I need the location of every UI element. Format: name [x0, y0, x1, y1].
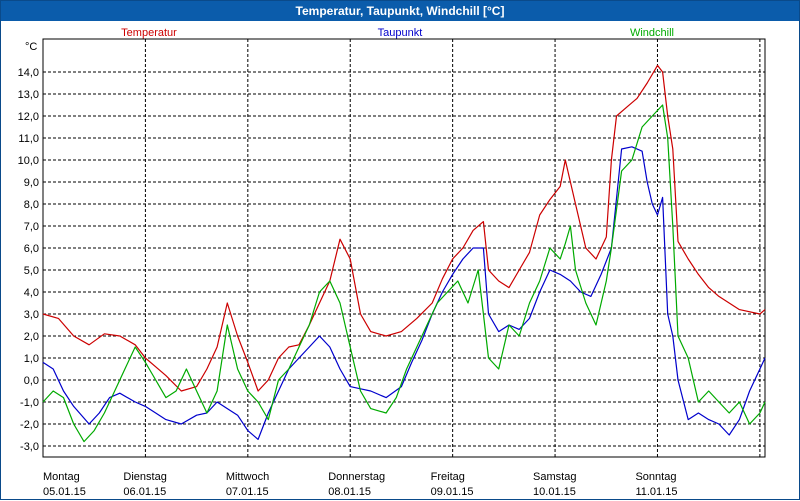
- y-tick-label: -1,0: [20, 397, 39, 409]
- y-tick-label: 8,0: [24, 199, 39, 211]
- y-tick-label: 12,0: [18, 111, 39, 123]
- x-tick-date: 11.01.15: [635, 486, 677, 498]
- x-tick-day: Freitag: [431, 471, 465, 483]
- x-tick-date: 08.01.15: [328, 486, 371, 498]
- x-tick-day: Mittwoch: [226, 471, 269, 483]
- y-tick-label: 4,0: [24, 287, 39, 299]
- y-tick-label: 14,0: [18, 67, 39, 79]
- y-axis-unit-label: °C: [25, 41, 37, 53]
- y-tick-label: 7,0: [24, 221, 39, 233]
- y-tick-label: 9,0: [24, 177, 39, 189]
- y-tick-label: 10,0: [18, 155, 39, 167]
- x-tick-day: Dienstag: [123, 471, 166, 483]
- y-tick-label: 2,0: [24, 331, 39, 343]
- legend-windchill: Windchill: [630, 27, 674, 39]
- series-line-taupunkt: [42, 146, 766, 440]
- y-tick-label: -3,0: [20, 441, 39, 453]
- series-line-windchill: [42, 104, 766, 443]
- y-tick-label: 0,0: [24, 375, 39, 387]
- x-tick-date: 05.01.15: [43, 486, 86, 498]
- y-axis-ticks: -3,0 -2,0 -1,0 0,0 1,0 2,0 3,0 4,0 5,0 6,0 7,0 8,0 9…: [18, 67, 39, 453]
- legend-temperatur: Temperatur: [121, 27, 177, 39]
- x-axis-ticks: Montag 05.01.15 Dienstag 06.01.15 Mittwoch 07…: [43, 471, 677, 498]
- x-tick-day: Donnerstag: [328, 471, 385, 483]
- x-tick-date: 06.01.15: [123, 486, 166, 498]
- y-tick-label: 11,0: [18, 133, 39, 145]
- y-tick-label: -2,0: [20, 419, 39, 431]
- legend-taupunkt: Taupunkt: [378, 27, 423, 39]
- y-tick-label: 5,0: [24, 265, 39, 277]
- chart-window: Temperatur, Taupunkt, Windchill [°C] °C …: [0, 0, 800, 500]
- y-tick-label: 1,0: [24, 353, 39, 365]
- legend: Temperatur Taupunkt Windchill: [121, 27, 674, 39]
- x-tick-day: Montag: [43, 471, 80, 483]
- series-lines: [42, 64, 766, 443]
- series-line-temperatur: [42, 64, 766, 392]
- line-chart: °C -3,0 -2,0 -1,0 0,0 1,0 2,0 3,0 4,0 5,0 6,0 7,0 8…: [18, 27, 766, 498]
- x-tick-day: Samstag: [533, 471, 576, 483]
- x-tick-day: Sonntag: [635, 471, 676, 483]
- y-tick-label: 6,0: [24, 243, 39, 255]
- y-tick-label: 3,0: [24, 309, 39, 321]
- x-tick-date: 10.01.15: [533, 486, 576, 498]
- grid: [43, 39, 765, 457]
- x-tick-date: 07.01.15: [226, 486, 269, 498]
- x-tick-date: 09.01.15: [431, 486, 474, 498]
- y-tick-label: 13,0: [18, 89, 39, 101]
